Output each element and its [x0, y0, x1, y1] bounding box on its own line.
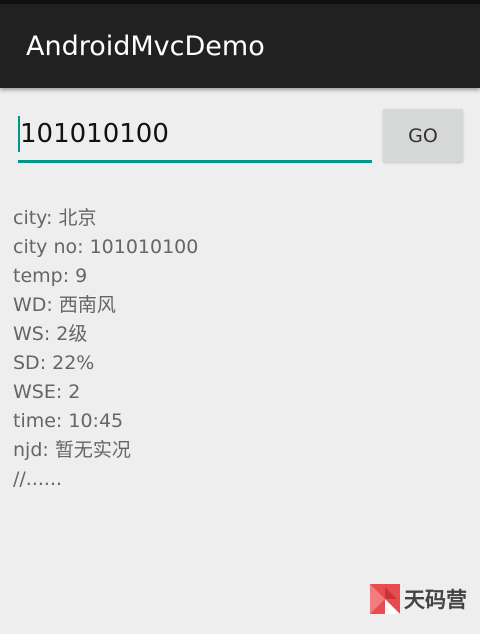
info-line-city: city: 北京 [13, 207, 97, 229]
weather-info-list: city: 北京 city no: 101010100 temp: 9 WD: … [13, 204, 473, 494]
go-button[interactable]: GO [383, 109, 463, 162]
tianmaying-logo-icon [370, 584, 400, 614]
text-cursor [18, 116, 20, 152]
info-line-time: time: 10:45 [13, 410, 124, 432]
search-row: GO [0, 108, 480, 164]
info-line-city-no: city no: 101010100 [13, 236, 199, 258]
app-title: AndroidMvcDemo [26, 31, 265, 62]
watermark: 天码营 [370, 584, 476, 614]
info-line-wse: WSE: 2 [13, 381, 81, 403]
info-line-wind-speed: WS: 2级 [13, 323, 88, 345]
info-line-visibility: njd: 暂无实况 [13, 439, 131, 461]
action-bar: AndroidMvcDemo [0, 4, 480, 88]
info-line-temp: temp: 9 [13, 265, 88, 287]
info-line-ellipsis: //...... [13, 468, 63, 490]
watermark-text: 天码营 [404, 588, 467, 612]
info-line-wind-direction: WD: 西南风 [13, 294, 116, 316]
info-line-humidity: SD: 22% [13, 352, 95, 374]
input-underline [18, 160, 372, 163]
city-code-input[interactable] [18, 114, 372, 154]
city-code-field[interactable] [18, 114, 372, 163]
